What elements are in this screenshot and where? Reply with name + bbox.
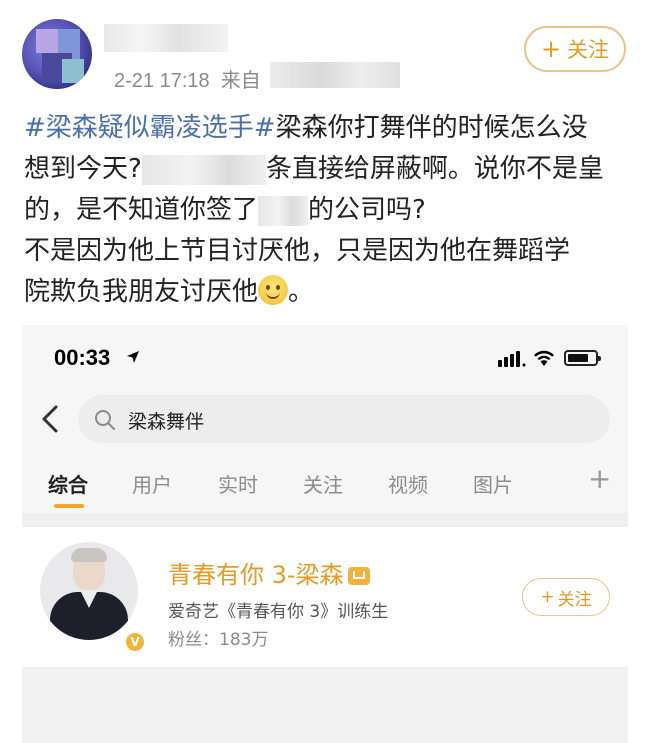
post-source-blurred [270, 62, 400, 88]
next-result-placeholder [22, 667, 628, 743]
post-meta: 2-21 17:18 来自 [114, 64, 261, 93]
post-line: 的，是不知道你签了 的公司吗? [24, 190, 634, 231]
post-line: 院欺负我朋友讨厌他。 [24, 272, 634, 313]
user-fans-count: 粉丝：183万 [168, 630, 269, 650]
post-text-segment: 条直接给屏蔽啊。说你不是皇 [265, 154, 604, 184]
post-line: 不是因为他上节目讨厌他，只是因为他在舞蹈学 [24, 231, 634, 272]
user-name[interactable]: 青春有你 3-梁森 [168, 555, 370, 590]
user-name-text: 青春有你 3-梁森 [168, 561, 344, 589]
add-tab-icon[interactable]: + [588, 465, 611, 493]
post-source-label: 来自 [220, 70, 261, 92]
user-follow-button[interactable]: + 关注 [522, 578, 610, 616]
post-header: 2-21 17:18 来自 + 关注 [0, 0, 650, 100]
post-text-segment: 院欺负我朋友讨厌他 [24, 277, 259, 307]
tab-following[interactable]: 关注 [303, 469, 343, 498]
post-text-segment: 不是因为他上节目讨厌他，只是因为他在舞蹈学 [24, 236, 571, 266]
post-text-segment: 想到今天? [24, 154, 142, 184]
post-line: 想到今天? 条直接给屏蔽啊。说你不是皇 [24, 149, 634, 190]
avatar-figure [71, 548, 107, 562]
post-body: #梁森疑似霸凌选手#梁森你打舞伴的时候怎么没 想到今天? 条直接给屏蔽啊。说你不是… [24, 108, 634, 313]
follow-button-label: 关注 [567, 38, 610, 62]
post-text-segment: 的公司吗? [308, 195, 426, 225]
wifi-icon [534, 350, 554, 366]
post-timestamp: 2-21 17:18 [114, 70, 210, 92]
post-text-segment: 的，是不知道你签了 [24, 195, 259, 225]
plus-icon: + [540, 35, 562, 63]
follow-button[interactable]: + 关注 [524, 26, 626, 72]
user-follow-label: 关注 [557, 589, 592, 610]
poster-avatar[interactable] [22, 19, 92, 89]
tab-comprehensive[interactable]: 综合 [48, 469, 88, 498]
battery-icon [564, 350, 601, 366]
post-line: #梁森疑似霸凌选手#梁森你打舞伴的时候怎么没 [24, 108, 634, 149]
user-description: 爱奇艺《青春有你 3》训练生 [168, 602, 389, 622]
section-divider [22, 513, 628, 527]
search-query: 梁森舞伴 [128, 411, 205, 433]
search-input[interactable]: 梁森舞伴 [78, 395, 610, 443]
hashtag-link[interactable]: #梁森疑似霸凌选手# [24, 113, 276, 143]
plus-icon: + [540, 587, 555, 607]
tab-users[interactable]: 用户 [132, 469, 172, 498]
member-crown-icon [347, 567, 370, 585]
search-bar-row: 梁森舞伴 [22, 389, 628, 449]
redacted-text [141, 154, 266, 185]
post-text-segment: 。 [288, 277, 315, 307]
user-avatar[interactable] [40, 542, 138, 640]
user-result-card[interactable]: V 青春有你 3-梁森 爱奇艺《青春有你 3》训练生 粉丝：183万 + 关注 [22, 527, 628, 667]
tab-pictures[interactable]: 图片 [473, 469, 513, 498]
status-time: 00:33 [54, 345, 111, 370]
tab-videos[interactable]: 视频 [388, 469, 428, 498]
post-text-segment: 梁森你打舞伴的时候怎么没 [275, 113, 588, 143]
redacted-text [258, 195, 309, 226]
location-arrow-icon [127, 351, 139, 363]
embedded-screenshot: 00:33 梁森舞伴 综合 用户 实时 关注 视频 图片 + V 青春有你 3-… [22, 325, 628, 743]
back-chevron-icon[interactable] [36, 399, 64, 439]
verified-badge-icon: V [124, 631, 146, 653]
smile-emoji-icon [258, 275, 289, 305]
active-tab-indicator [54, 504, 84, 508]
poster-name-blurred[interactable] [104, 24, 228, 52]
avatar-mosaic [62, 59, 84, 83]
search-icon [95, 410, 115, 430]
result-tabs: 综合 用户 实时 关注 视频 图片 + [22, 457, 628, 509]
tab-realtime[interactable]: 实时 [218, 469, 258, 498]
status-bar: 00:33 [22, 325, 628, 389]
signal-icon [498, 351, 526, 367]
